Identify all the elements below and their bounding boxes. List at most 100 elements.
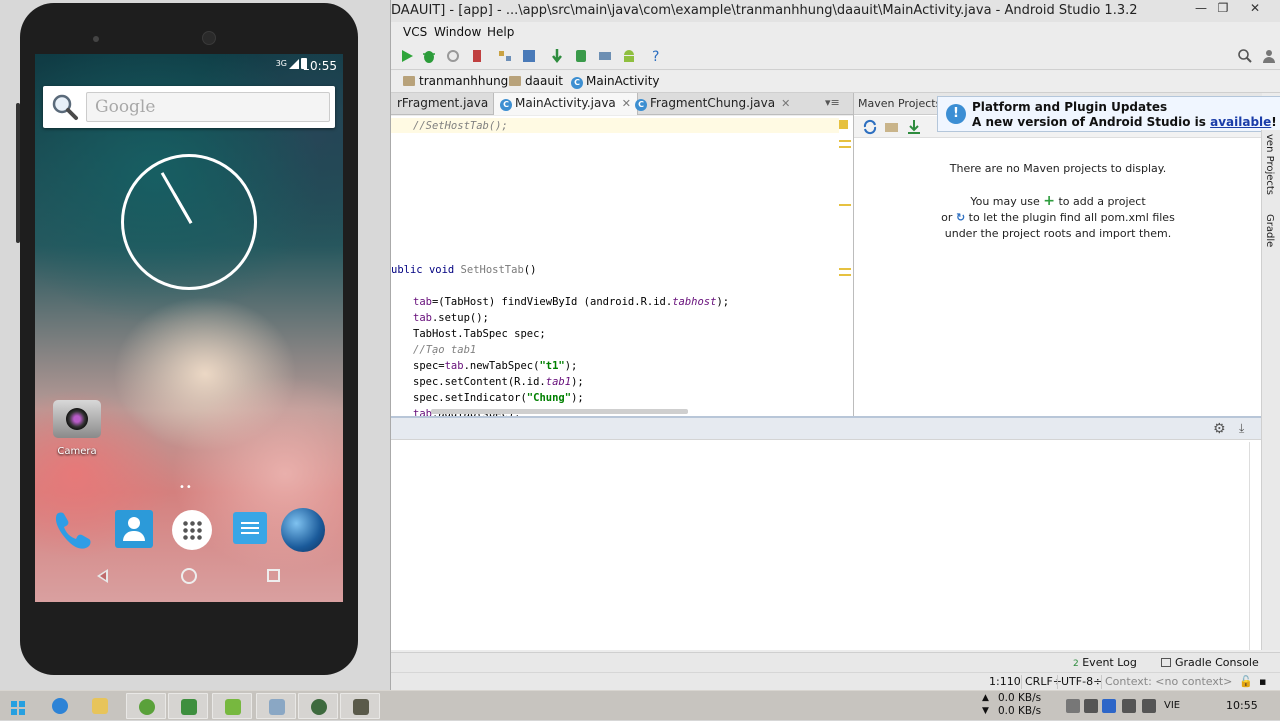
search-everywhere-icon[interactable] bbox=[1237, 48, 1253, 64]
bottom-tool-panel: ⚙ ⤓ bbox=[391, 416, 1261, 650]
debug-icon[interactable] bbox=[421, 48, 437, 64]
code-editor[interactable]: //SetHostTab(); ublic void SetHostTab() … bbox=[391, 116, 853, 416]
phone-icon bbox=[55, 512, 91, 549]
taskbar-ie[interactable] bbox=[40, 693, 80, 719]
volume-icon[interactable] bbox=[1142, 699, 1156, 713]
download-icon[interactable] bbox=[906, 119, 922, 135]
add-folder-icon[interactable] bbox=[884, 119, 900, 135]
home-icon[interactable] bbox=[181, 568, 197, 584]
right-tool-strip: ven Projects Gradle bbox=[1261, 130, 1280, 650]
gutter-marker[interactable] bbox=[839, 268, 851, 270]
windows-taskbar: 0.0 KB/s 0.0 KB/s ▲ ▼ VIE 10:55 bbox=[0, 690, 1280, 720]
taskbar-app-2[interactable] bbox=[168, 693, 208, 719]
caret-position[interactable]: 1:110 bbox=[989, 675, 1021, 688]
code-line: //Tạo tab1 bbox=[413, 344, 476, 356]
dock-app-drawer[interactable] bbox=[168, 506, 216, 554]
taskbar-app-3[interactable] bbox=[212, 693, 252, 719]
code-keyword: void bbox=[428, 264, 455, 276]
code-comment: //Tạo tab1 bbox=[413, 344, 477, 356]
device-monitor-icon[interactable] bbox=[597, 48, 613, 64]
help-icon[interactable]: ? bbox=[649, 48, 665, 64]
update-available-link[interactable]: available bbox=[1210, 115, 1271, 129]
project-structure-icon[interactable] bbox=[497, 48, 513, 64]
tab-mainactivity[interactable]: C MainActivity.java ✕ bbox=[493, 93, 638, 115]
dock-messaging-app[interactable] bbox=[225, 506, 273, 554]
encoding-selector[interactable]: UTF-8÷ bbox=[1061, 675, 1102, 688]
restore-button[interactable]: ❐ bbox=[1209, 1, 1237, 19]
tab-overflow-button[interactable]: ▾≡ bbox=[825, 96, 840, 109]
warning-marker[interactable] bbox=[839, 120, 848, 129]
gutter-marker[interactable] bbox=[839, 146, 851, 148]
horizontal-scrollbar[interactable] bbox=[431, 409, 688, 414]
event-log-button[interactable]: 2 Event Log bbox=[1073, 656, 1137, 669]
menu-help[interactable]: Help bbox=[487, 25, 514, 39]
user-icon[interactable] bbox=[1261, 48, 1277, 64]
gutter-marker[interactable] bbox=[839, 274, 851, 276]
flag-icon[interactable] bbox=[1084, 699, 1098, 713]
lock-icon[interactable]: 🔓 bbox=[1239, 675, 1253, 688]
window-title-bar[interactable]: DAAUIT] - [app] - ...\app\src\main\java\… bbox=[391, 0, 1280, 22]
attach-debugger-icon[interactable] bbox=[445, 48, 461, 64]
folder-icon bbox=[403, 76, 415, 86]
browser-icon bbox=[139, 699, 155, 715]
run-icon[interactable] bbox=[399, 48, 415, 64]
hide-panel-icon[interactable]: ⤓ bbox=[1239, 421, 1244, 436]
avd-manager-icon[interactable] bbox=[573, 48, 589, 64]
recents-icon[interactable] bbox=[267, 569, 280, 582]
context-selector[interactable]: Context: <no context> bbox=[1105, 675, 1232, 688]
google-search-widget[interactable]: Google bbox=[43, 86, 335, 128]
code-text: spec.setIndicator( bbox=[413, 392, 527, 404]
app-camera[interactable]: Camera bbox=[49, 400, 105, 457]
network-icon[interactable] bbox=[1122, 699, 1136, 713]
maven-projects-side-tab[interactable]: ven Projects bbox=[1264, 134, 1275, 195]
android-device-icon[interactable] bbox=[469, 48, 485, 64]
breadcrumb-mainactivity[interactable]: C MainActivity bbox=[571, 74, 660, 89]
gradle-console-button[interactable]: Gradle Console bbox=[1161, 656, 1259, 669]
taskbar-app-5[interactable] bbox=[298, 693, 338, 719]
breadcrumb-label: MainActivity bbox=[586, 74, 660, 88]
notification-icon[interactable]: ▪ bbox=[1259, 675, 1266, 688]
taskbar-app-1[interactable] bbox=[126, 693, 166, 719]
taskbar-explorer[interactable] bbox=[80, 693, 120, 719]
dock-phone-app[interactable] bbox=[49, 506, 97, 554]
gradle-side-tab[interactable]: Gradle bbox=[1264, 214, 1275, 247]
tray-expand-icon[interactable] bbox=[1066, 699, 1080, 713]
internet-explorer-icon bbox=[52, 698, 68, 714]
input-language[interactable]: VIE bbox=[1164, 700, 1180, 711]
unikey-icon[interactable] bbox=[1102, 699, 1116, 713]
phone-screen[interactable]: 3G 10:55 Google Camera •• bbox=[35, 54, 343, 602]
gutter-marker[interactable] bbox=[839, 204, 851, 206]
tool-icon bbox=[353, 699, 369, 715]
taskbar-clock[interactable]: 10:55 bbox=[1226, 699, 1258, 712]
maven-empty-message: There are no Maven projects to display. … bbox=[854, 161, 1262, 242]
taskbar-app-6[interactable] bbox=[340, 693, 380, 719]
menu-vcs[interactable]: VCS bbox=[403, 25, 427, 39]
breadcrumb-daauit[interactable]: daauit bbox=[509, 74, 563, 88]
update-notification-balloon[interactable]: ! Platform and Plugin Updates A new vers… bbox=[937, 96, 1280, 132]
sync-gradle-icon[interactable] bbox=[549, 48, 565, 64]
panel-divider bbox=[1249, 442, 1250, 650]
tab-fragmentchung[interactable]: C FragmentChung.java ✕ bbox=[629, 93, 796, 115]
gear-icon[interactable]: ⚙ bbox=[1213, 421, 1226, 437]
start-button[interactable] bbox=[0, 693, 40, 719]
dock-contacts-app[interactable] bbox=[109, 506, 157, 554]
refresh-icon[interactable] bbox=[862, 119, 878, 135]
maven-projects-panel: Maven Projects There are no Maven projec… bbox=[853, 93, 1262, 416]
close-tab-icon[interactable]: ✕ bbox=[781, 97, 790, 110]
back-icon[interactable] bbox=[97, 569, 108, 583]
menu-window[interactable]: Window bbox=[434, 25, 481, 39]
dock-browser-app[interactable] bbox=[279, 506, 327, 554]
event-log-label: Event Log bbox=[1082, 656, 1137, 669]
breadcrumb-tranmanhhung[interactable]: tranmanhhung bbox=[403, 74, 508, 88]
gutter-marker[interactable] bbox=[839, 140, 851, 142]
analog-clock-widget[interactable] bbox=[121, 154, 257, 290]
taskbar-app-4[interactable] bbox=[256, 693, 296, 719]
tab-rfragment[interactable]: rFragment.java✕ bbox=[391, 93, 509, 115]
upload-arrow-icon: ▲ bbox=[982, 693, 989, 703]
search-input[interactable]: Google bbox=[86, 92, 330, 122]
tab-label: FragmentChung.java bbox=[650, 96, 776, 110]
sdk-manager-icon[interactable] bbox=[521, 48, 537, 64]
android-icon[interactable] bbox=[621, 48, 637, 64]
phone-frame: 3G 10:55 Google Camera •• bbox=[16, 3, 358, 675]
close-button[interactable]: ✕ bbox=[1241, 1, 1269, 19]
